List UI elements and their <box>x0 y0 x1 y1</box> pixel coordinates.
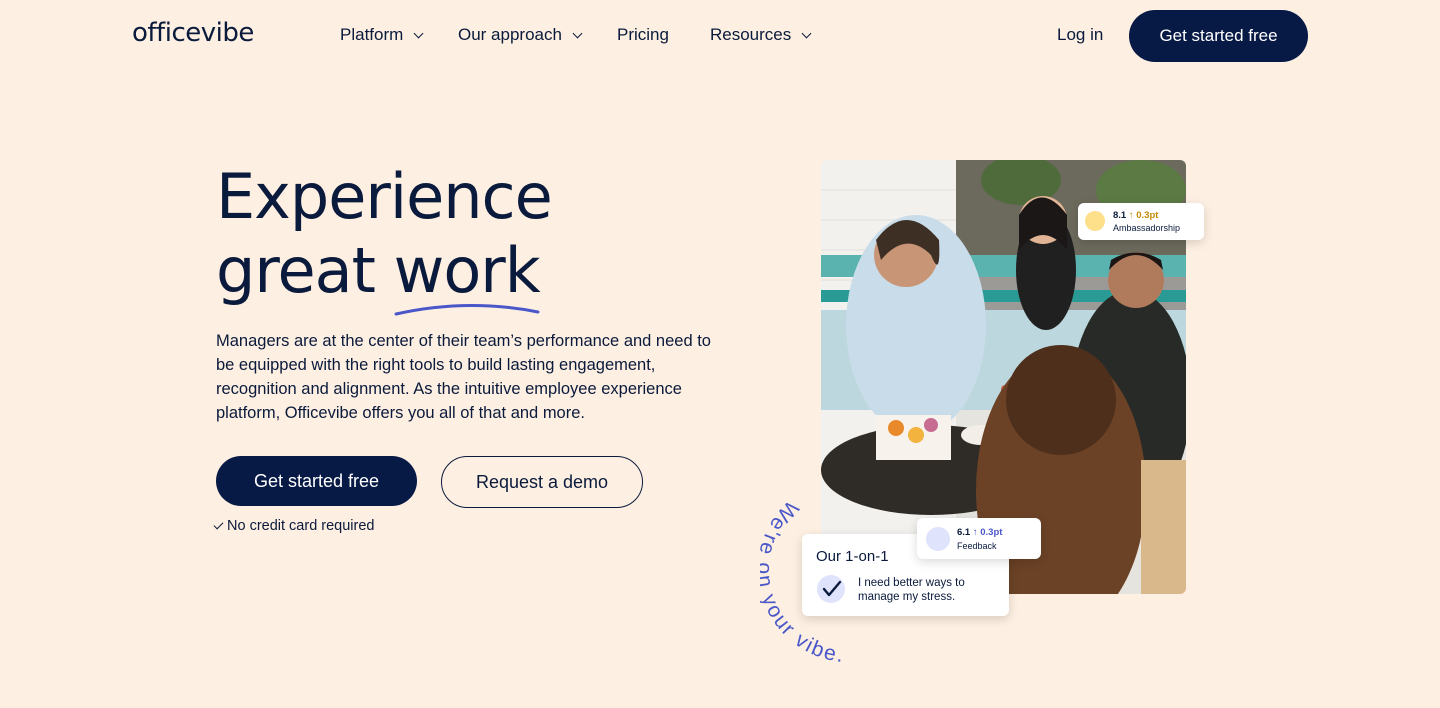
hero-title-line1: Experience <box>216 160 553 233</box>
login-link[interactable]: Log in <box>1057 25 1103 45</box>
nav-item-our-approach[interactable]: Our approach <box>458 25 583 45</box>
hero-title-highlight-word: work <box>393 234 541 307</box>
nav-item-platform[interactable]: Platform <box>340 25 424 45</box>
nav-item-pricing[interactable]: Pricing <box>617 25 669 45</box>
note-text: No credit card required <box>227 518 375 534</box>
nav-item-resources[interactable]: Resources <box>710 25 812 45</box>
chevron-down-icon <box>801 28 812 38</box>
check-circle-icon <box>817 575 845 603</box>
flag-icon <box>1085 211 1105 231</box>
chat-bubble-icon <box>926 527 950 551</box>
underline-swoosh-icon <box>394 304 540 316</box>
get-started-button[interactable]: Get started free <box>216 456 417 506</box>
chevron-down-icon <box>413 28 424 38</box>
hero-description: Managers are at the center of their team… <box>216 332 711 422</box>
top-navigation: officevibe Platform Our approach Pricing… <box>0 0 1440 72</box>
nav-item-label: Pricing <box>617 25 669 44</box>
chevron-down-icon <box>572 28 583 38</box>
hero-title-line2a: great <box>216 234 376 307</box>
nav-item-label: Our approach <box>458 25 562 44</box>
one-on-one-item: I need better ways to manage my stress. <box>858 577 965 603</box>
one-on-one-title: Our 1-on-1 <box>816 548 889 565</box>
hero-title-highlight: work <box>393 234 541 316</box>
ambassadorship-score-card: 8.1 ↑ 0.3pt Ambassadorship <box>1078 203 1204 240</box>
hero-title: Experience great work <box>216 160 553 316</box>
nav-item-label: Platform <box>340 25 404 44</box>
request-demo-button[interactable]: Request a demo <box>441 456 643 508</box>
feedback-score-card: 6.1 ↑ 0.3pt Feedback <box>917 518 1041 559</box>
score-label: Ambassadorship <box>1113 223 1181 233</box>
nav-get-started-button[interactable]: Get started free <box>1129 10 1308 62</box>
no-credit-card-note: No credit card required <box>213 518 375 534</box>
score-label: Feedback <box>957 541 997 551</box>
score-value: 8.1 ↑ 0.3pt <box>1113 210 1159 221</box>
score-value: 6.1 ↑ 0.3pt <box>957 527 1003 538</box>
checkmark-icon <box>213 519 224 529</box>
nav-item-label: Resources <box>710 25 792 44</box>
officevibe-logo[interactable]: officevibe <box>132 18 254 48</box>
